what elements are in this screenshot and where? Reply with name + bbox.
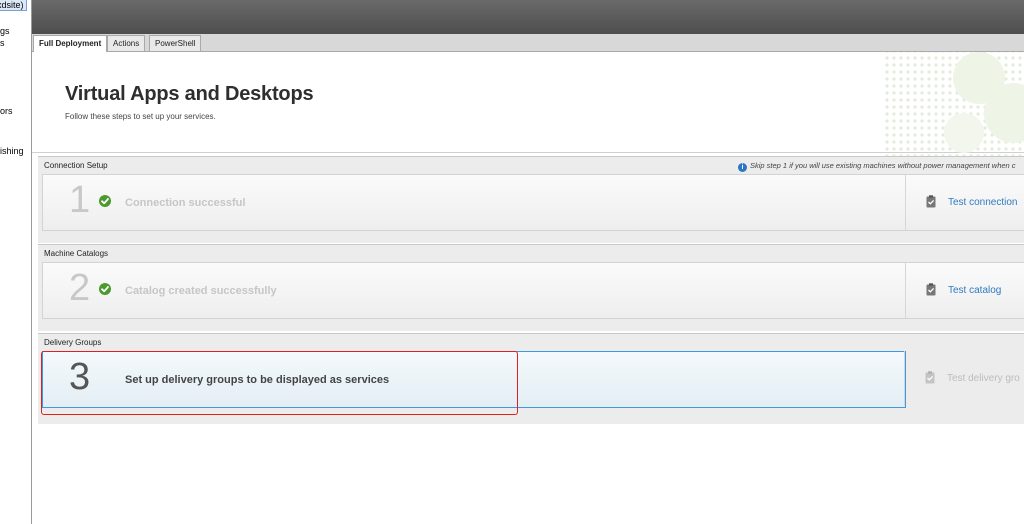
section-label: Machine Catalogs <box>44 249 109 258</box>
section-machine-catalogs: Machine Catalogs 2 Catalog created succe… <box>38 244 1024 331</box>
hero-banner: Virtual Apps and Desktops Follow these s… <box>32 52 1024 158</box>
info-icon: i <box>738 163 747 172</box>
check-circle-icon <box>99 195 111 207</box>
section-delivery-groups: Delivery Groups 3 Set up delivery groups… <box>38 333 1024 424</box>
tree-item-label: s <box>0 38 5 48</box>
step-number: 3 <box>69 356 91 398</box>
section-label: Connection Setup <box>44 161 108 170</box>
tree-root-label: lxdsite) <box>0 0 24 10</box>
step-card-1[interactable]: 1 Connection successful Test connection <box>42 174 1024 231</box>
step-card-2[interactable]: 2 Catalog created successfully Test cata… <box>42 262 1024 319</box>
tab-actions[interactable]: Actions <box>107 35 146 51</box>
tree-item-label: ishing <box>0 146 24 156</box>
tab-full-deployment[interactable]: Full Deployment <box>33 35 108 52</box>
tree-item-4[interactable]: ishing <box>0 146 24 156</box>
step-status-text: Catalog created successfully <box>125 285 277 297</box>
decorative-logo-icon <box>884 52 1024 158</box>
console-header-bar <box>32 0 1024 35</box>
clipboard-check-icon <box>926 283 936 296</box>
action-area: Test connection <box>905 175 1024 230</box>
section-connection-setup: Connection Setup i Skip step 1 if you wil… <box>38 156 1024 243</box>
test-connection-link[interactable]: Test connection <box>948 197 1018 208</box>
skip-note-text: Skip step 1 if you will use existing mac… <box>750 161 1016 170</box>
check-circle-icon <box>99 283 111 295</box>
section-label: Delivery Groups <box>44 338 102 347</box>
console-tree-panel: lxdsite) gs s ors ishing <box>0 0 32 524</box>
skip-note: i Skip step 1 if you will use existing ma… <box>738 161 1016 172</box>
tree-item-3[interactable]: ors <box>0 106 13 116</box>
tree-item-label: ors <box>0 106 13 116</box>
step-number: 2 <box>69 267 91 309</box>
step-number: 1 <box>69 179 91 221</box>
tree-item-1[interactable]: gs <box>0 26 10 36</box>
clipboard-check-icon <box>926 195 936 208</box>
tree-item-2[interactable]: s <box>0 38 5 48</box>
action-area: Test delivery gro <box>904 351 1024 406</box>
tree-item-label: gs <box>0 26 10 36</box>
setup-delivery-groups-link[interactable]: Set up delivery groups to be displayed a… <box>125 374 389 386</box>
step-status-text: Connection successful <box>125 197 246 209</box>
page-subtitle: Follow these steps to set up your servic… <box>65 112 216 121</box>
action-area: Test catalog <box>905 263 1024 318</box>
clipboard-check-icon <box>925 371 935 384</box>
test-catalog-link[interactable]: Test catalog <box>948 285 1001 296</box>
tree-root-node[interactable]: lxdsite) <box>0 0 27 11</box>
page-title: Virtual Apps and Desktops <box>65 83 314 105</box>
test-delivery-group-link: Test delivery gro <box>947 373 1020 384</box>
tab-powershell[interactable]: PowerShell <box>149 35 202 51</box>
main-content: Virtual Apps and Desktops Follow these s… <box>32 52 1024 524</box>
tab-strip: Full Deployment Actions PowerShell <box>32 34 1024 52</box>
step-card-3[interactable]: 3 Set up delivery groups to be displayed… <box>42 351 906 408</box>
